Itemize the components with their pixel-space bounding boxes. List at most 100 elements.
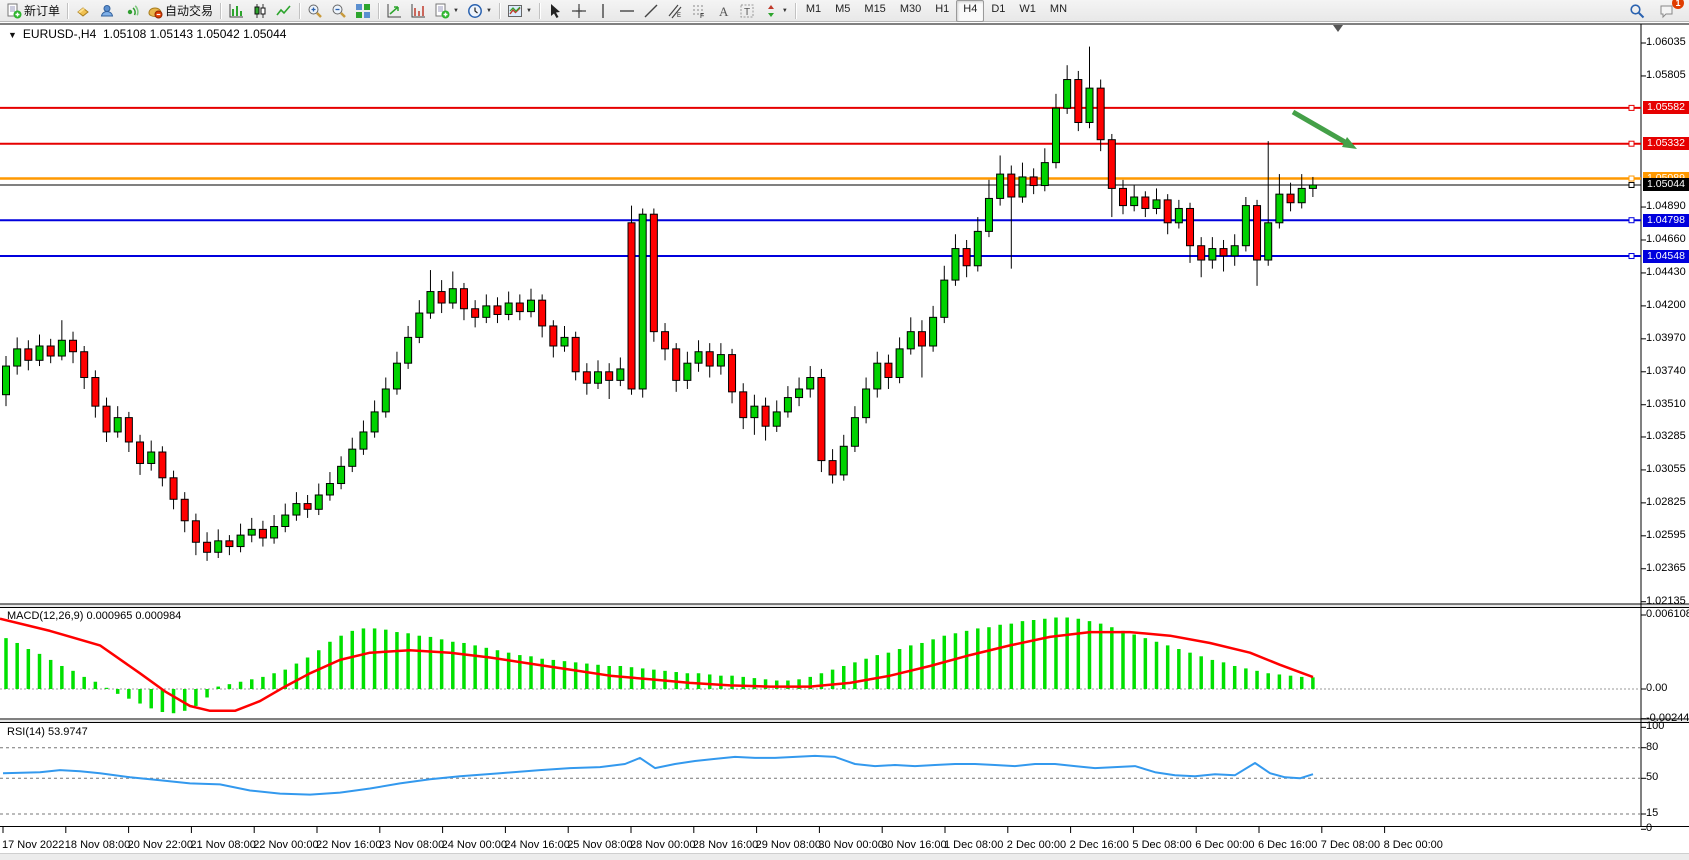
time-axis-label[interactable]: 5 Dec 08:00 <box>1132 839 1191 851</box>
time-axis-label[interactable]: 7 Dec 08:00 <box>1321 839 1380 851</box>
text-label-tool-button[interactable]: T <box>735 0 759 22</box>
timeframe-mn-button[interactable]: MN <box>1043 0 1074 22</box>
line-handle[interactable] <box>1629 218 1634 223</box>
current-price-price-badge[interactable]: 1.05044 <box>1643 178 1689 191</box>
line-handle[interactable] <box>1629 182 1634 187</box>
time-axis-label[interactable]: 25 Nov 08:00 <box>567 839 632 851</box>
time-axis-label[interactable]: 1 Dec 08:00 <box>944 839 1003 851</box>
support-price-badge[interactable]: 1.04798 <box>1643 214 1689 227</box>
line-handle[interactable] <box>1629 176 1634 181</box>
time-axis-label[interactable]: 30 Nov 00:00 <box>818 839 883 851</box>
crosshair-tool-button[interactable] <box>567 0 591 22</box>
time-axis-label[interactable]: 22 Nov 00:00 <box>253 839 318 851</box>
new-order-label: 新订单 <box>24 2 60 19</box>
price-tick-label: 1.03740 <box>1646 365 1686 377</box>
notifications-button[interactable]: 1 <box>1655 0 1679 22</box>
trendline-tool-button[interactable] <box>639 0 663 22</box>
timeframe-h4-button[interactable]: H4 <box>956 0 984 22</box>
templates-button[interactable]: ▼ <box>503 0 536 22</box>
arrows-tool-button[interactable]: ▼ <box>759 0 792 22</box>
time-axis-label[interactable]: 23 Nov 08:00 <box>379 839 444 851</box>
candle-chart-mode-icon <box>252 3 268 19</box>
market-watch-button[interactable] <box>71 0 95 22</box>
add-indicator-button[interactable]: ▼ <box>430 0 463 22</box>
time-axis-label[interactable]: 21 Nov 08:00 <box>190 839 255 851</box>
toolbar-separator <box>539 3 540 19</box>
toolbar-separator <box>795 3 796 19</box>
timeframe-m5-button[interactable]: M5 <box>828 0 857 22</box>
community-button[interactable] <box>95 0 119 22</box>
timeframe-w1-button[interactable]: W1 <box>1012 0 1043 22</box>
line-handle[interactable] <box>1629 254 1634 259</box>
horizontal-line-tool-button[interactable] <box>615 0 639 22</box>
candle-chart-mode-button[interactable] <box>248 0 272 22</box>
fibonacci-tool-button[interactable]: F <box>687 0 711 22</box>
period-bars-button[interactable] <box>406 0 430 22</box>
timeframe-m30-button[interactable]: M30 <box>893 0 928 22</box>
signals-button[interactable] <box>119 0 143 22</box>
auto-trading-button[interactable]: 自动交易 <box>143 0 217 22</box>
equidistant-channel-tool-button[interactable]: E <box>663 0 687 22</box>
chevron-down-icon[interactable]: ▼ <box>8 30 17 40</box>
add-indicator-icon <box>434 3 450 19</box>
timeframe-h1-button[interactable]: H1 <box>928 0 956 22</box>
resistance-price-badge[interactable]: 1.05332 <box>1643 137 1689 150</box>
cursor-tool-button[interactable] <box>543 0 567 22</box>
periods-menu-dropdown-icon[interactable]: ▼ <box>486 8 492 14</box>
macd-tick-label: 0.006108 <box>1646 608 1689 620</box>
line-chart-mode-button[interactable] <box>272 0 296 22</box>
horizontal-line-tool-icon <box>619 3 635 19</box>
time-axis-label[interactable]: 6 Dec 16:00 <box>1258 839 1317 851</box>
text-tool-button[interactable]: A <box>711 0 735 22</box>
resistance-price-badge[interactable]: 1.05582 <box>1643 101 1689 114</box>
time-axis-label[interactable]: 24 Nov 16:00 <box>504 839 569 851</box>
line-handle[interactable] <box>1629 105 1634 110</box>
price-tick-label: 1.03970 <box>1646 332 1686 344</box>
text-label-tool-icon: T <box>739 3 755 19</box>
time-axis-label[interactable]: 2 Dec 16:00 <box>1070 839 1129 851</box>
tile-windows-button[interactable] <box>351 0 375 22</box>
time-axis-label[interactable]: 28 Nov 16:00 <box>693 839 758 851</box>
timeframe-d1-button[interactable]: D1 <box>984 0 1012 22</box>
time-axis-label[interactable]: 30 Nov 16:00 <box>881 839 946 851</box>
price-tick-label: 1.05805 <box>1646 69 1686 81</box>
text-tool-icon: A <box>715 3 731 19</box>
time-axis-label[interactable]: 29 Nov 08:00 <box>756 839 821 851</box>
macd-indicator-label: MACD(12,26,9) 0.000965 0.000984 <box>7 610 181 622</box>
price-tick-label: 1.02365 <box>1646 562 1686 574</box>
bar-chart-mode-button[interactable] <box>224 0 248 22</box>
indicators-list-button[interactable] <box>382 0 406 22</box>
arrows-tool-dropdown-icon[interactable]: ▼ <box>782 8 788 14</box>
svg-text:T: T <box>744 7 750 18</box>
new-order-button[interactable]: 新订单 <box>2 0 64 22</box>
timeframe-m15-button[interactable]: M15 <box>857 0 892 22</box>
time-axis-label[interactable]: 24 Nov 00:00 <box>442 839 507 851</box>
equidistant-channel-tool-icon: E <box>667 3 683 19</box>
chart-title[interactable]: ▼EURUSD-,H4 1.05108 1.05143 1.05042 1.05… <box>8 27 286 41</box>
time-axis-label[interactable]: 17 Nov 2022 <box>2 839 64 851</box>
chart-window[interactable] <box>0 0 1689 859</box>
line-handle[interactable] <box>1629 141 1634 146</box>
fibonacci-tool-icon: F <box>691 3 707 19</box>
chart-ohlc-values: 1.05108 1.05143 1.05042 1.05044 <box>103 27 287 41</box>
support-price-badge[interactable]: 1.04548 <box>1643 250 1689 263</box>
templates-dropdown-icon[interactable]: ▼ <box>526 8 532 14</box>
time-axis-label[interactable]: 20 Nov 22:00 <box>128 839 193 851</box>
add-indicator-dropdown-icon[interactable]: ▼ <box>453 8 459 14</box>
time-axis-label[interactable]: 18 Nov 08:00 <box>65 839 130 851</box>
time-axis-label[interactable]: 6 Dec 00:00 <box>1195 839 1254 851</box>
time-axis-label[interactable]: 22 Nov 16:00 <box>316 839 381 851</box>
time-axis-label[interactable]: 8 Dec 00:00 <box>1384 839 1443 851</box>
timeframe-m1-button[interactable]: M1 <box>799 0 828 22</box>
time-axis-label[interactable]: 2 Dec 00:00 <box>1007 839 1066 851</box>
vertical-line-tool-button[interactable] <box>591 0 615 22</box>
periods-menu-button[interactable]: ▼ <box>463 0 496 22</box>
price-tick-label: 1.03285 <box>1646 430 1686 442</box>
rsi-tick-label: 15 <box>1646 807 1658 819</box>
search-button[interactable] <box>1625 0 1649 22</box>
time-axis-label[interactable]: 28 Nov 00:00 <box>630 839 695 851</box>
tile-windows-icon <box>355 3 371 19</box>
zoom-in-button[interactable] <box>303 0 327 22</box>
rsi-tick-label: 50 <box>1646 771 1658 783</box>
zoom-out-button[interactable] <box>327 0 351 22</box>
